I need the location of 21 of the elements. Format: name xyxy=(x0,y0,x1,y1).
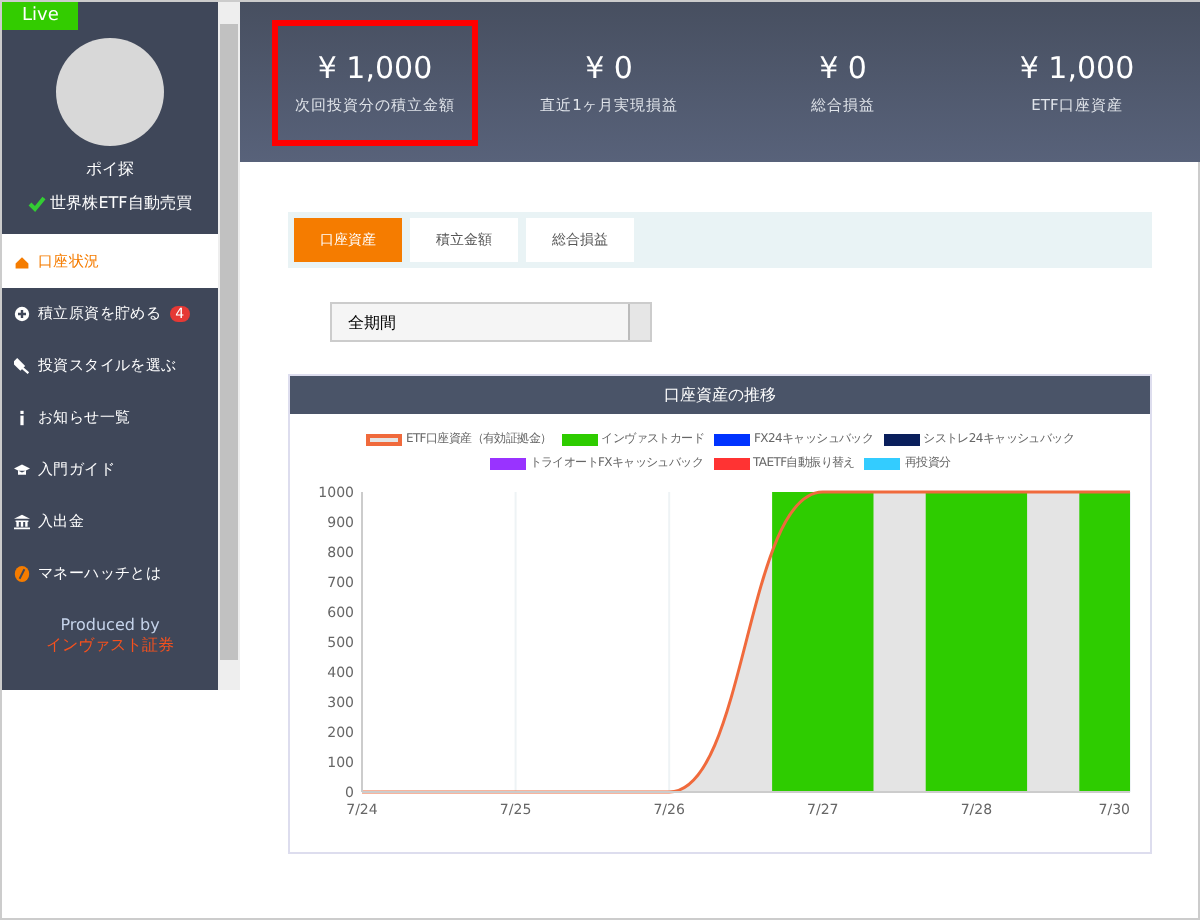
user-name: ポイ探 xyxy=(86,158,134,180)
stat-value: ¥ 0 xyxy=(585,49,633,85)
chart-title: 口座資産の推移 xyxy=(290,376,1150,414)
coin-icon xyxy=(14,566,30,582)
info-icon xyxy=(14,410,30,426)
stat-value: ¥ 0 xyxy=(819,49,867,85)
period-dropdown[interactable]: 全期間 xyxy=(330,302,652,342)
stat-value: ¥ 1,000 xyxy=(317,49,433,85)
cap-icon xyxy=(14,462,30,478)
home-icon xyxy=(14,253,30,269)
bank-icon xyxy=(14,514,30,530)
avatar-placeholder xyxy=(56,38,164,146)
produced-by-text: Produced by xyxy=(60,616,160,634)
scrollbar[interactable] xyxy=(218,2,240,690)
live-badge: Live xyxy=(2,2,79,30)
check-icon xyxy=(28,195,47,211)
gavel-icon xyxy=(14,358,30,374)
stat-value: ¥ 1,000 xyxy=(1019,49,1135,85)
plus-icon xyxy=(14,306,30,322)
company-name: インヴァスト証券 xyxy=(46,634,174,656)
plan-label: 世界株ETF自動売買 xyxy=(50,192,192,214)
